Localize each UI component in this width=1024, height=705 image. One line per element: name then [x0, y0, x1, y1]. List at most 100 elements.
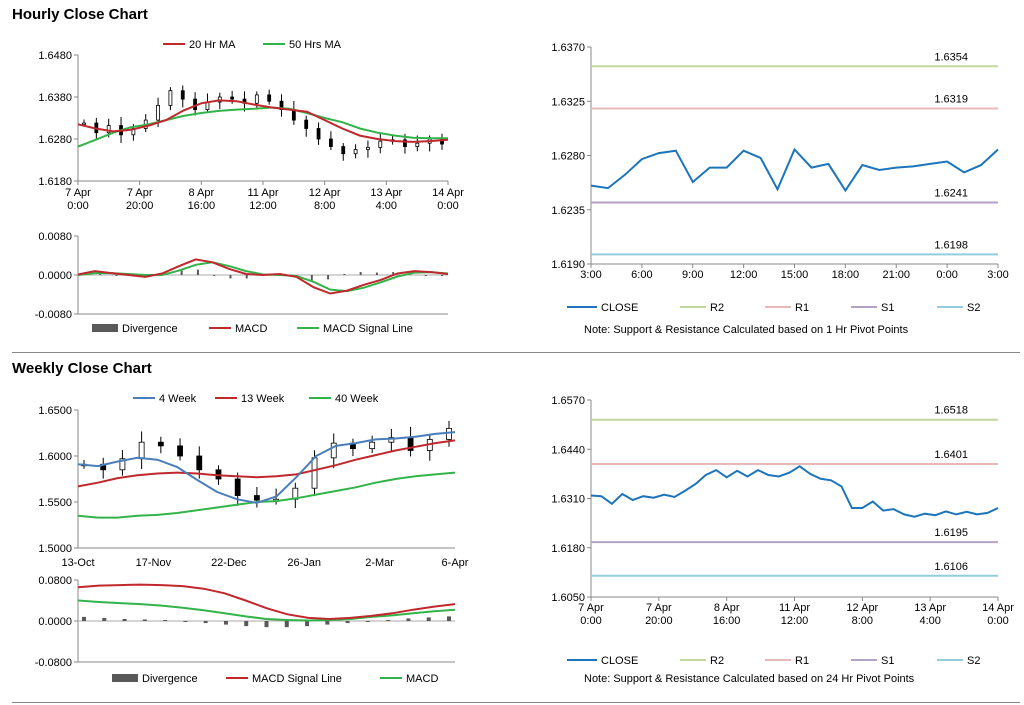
daily-pivot-r1-level-label: 1.6401 [934, 449, 968, 461]
hourly-pivot-y-tick-label: 1.6370 [551, 42, 585, 54]
hourly-pivot-legend-s2-label: S2 [967, 302, 980, 314]
hourly-pivot-x-tick-label: 9:00 [682, 269, 703, 281]
weekly-macd-divergence-bar [122, 618, 127, 621]
daily-pivot-note: Note: Support & Resistance Calculated ba… [584, 673, 915, 685]
hourly-price-x-tick-label: 16:00 [188, 200, 216, 212]
daily-pivot-close-line [590, 465, 999, 518]
weekly-macd-divergence-bar [82, 616, 86, 621]
hourly-pivot-r2-level-label: 1.6354 [934, 51, 968, 63]
weekly-macd-divergence-bar [203, 621, 208, 624]
hourly-price-candle-body [304, 119, 309, 129]
daily-pivot-x-tick-label: 20:00 [645, 615, 673, 627]
hourly-price-candle-body [267, 94, 272, 102]
hourly-macd-divergence-bar [180, 270, 183, 275]
hourly-price-y-tick-label: 1.6380 [38, 92, 72, 104]
hourly-macd-divergence-bar [310, 275, 313, 281]
hourly-price-candle-body [230, 96, 235, 100]
hourly-macd-line [77, 258, 449, 295]
weekly-price-candle-body [196, 455, 203, 471]
hourly-pivot-s2-level-label: 1.6198 [934, 239, 968, 251]
weekly-macd-divergence-bar [264, 621, 269, 628]
weekly-macd-legend-signal-label: MACD Signal Line [252, 673, 342, 685]
weekly-macd-line [77, 599, 456, 622]
daily-pivot-x-tick-label: 0:00 [987, 615, 1008, 627]
weekly-price-x-tick-label: 2-Mar [365, 557, 394, 569]
weekly-legend-13-week-label: 13 Week [241, 393, 285, 405]
weekly-price-y-tick-label: 1.6000 [38, 451, 72, 463]
hourly-pivot-close-line [590, 147, 999, 193]
weekly-price-candle-body [157, 441, 164, 447]
daily-pivot-x-tick-label: 8 Apr [714, 602, 740, 614]
hourly-macd-divergence-bar [213, 275, 216, 276]
hourly-macd-divergence-bar [424, 275, 427, 276]
hourly-price-x-tick-label: 0:00 [437, 200, 458, 212]
daily-pivot-x-tick-label: 11 Apr [779, 602, 810, 614]
hourly-macd-divergence-bar [196, 269, 199, 275]
hourly-macd-divergence-bar [441, 275, 443, 276]
weekly-price-x-tick-label: 6-Apr [442, 557, 469, 569]
weekly-price-candle-body [446, 427, 452, 440]
hourly-price-x-tick-label: 7 Apr [65, 187, 91, 199]
hourly-pivot-y-tick-label: 1.6235 [551, 205, 585, 217]
weekly-macd-y-tick-label: 0.0800 [38, 575, 72, 587]
hourly-price-x-tick-label: 7 Apr [127, 187, 153, 199]
daily-pivot-y-tick-label: 1.6440 [551, 444, 585, 456]
hourly-legend-50hr-ma-label: 50 Hrs MA [289, 39, 342, 51]
weekly-price-candle-body [311, 457, 318, 489]
weekly-macd-divergence-bar [426, 617, 431, 621]
daily-pivot-legend-close-label: CLOSE [601, 655, 638, 667]
weekly-price-x-tick-label: 17-Nov [136, 557, 172, 569]
hourly-pivot-s1-level-label: 1.6241 [934, 188, 968, 200]
weekly-macd-divergence-bar [447, 616, 451, 621]
hourly-macd-legend-signal-label: MACD Signal Line [323, 323, 413, 335]
weekly-macd-divergence-bar [183, 621, 188, 622]
daily-pivot-s2-level-label: 1.6106 [934, 561, 968, 573]
hourly-pivot-x-tick-label: 3:00 [987, 269, 1008, 281]
hourly-macd-legend-divergence-swatch [92, 324, 118, 332]
hourly-price-candle-body [180, 90, 185, 100]
weekly-macd-divergence-bar [244, 621, 249, 627]
hourly-macd-signal-line [77, 261, 449, 293]
daily-pivot-x-tick-label: 16:00 [713, 615, 741, 627]
hourly-pivot-x-tick-label: 18:00 [832, 269, 860, 281]
hourly-pivot-r1-level-label: 1.6319 [934, 93, 968, 105]
hourly-pivot-y-tick-label: 1.6325 [551, 96, 585, 108]
daily-pivot-y-tick-label: 1.6570 [551, 395, 585, 407]
hourly-price-candle-body [341, 146, 346, 155]
hourly-price-candle-body [378, 140, 383, 148]
hourly-macd-divergence-bar [327, 275, 330, 280]
hourly-pivot-x-tick-label: 21:00 [882, 269, 910, 281]
hourly-price-candle-body [328, 138, 333, 147]
daily-pivot-x-tick-label: 13 Apr [914, 602, 946, 614]
hourly-macd-y-tick-label: 0.0080 [38, 231, 72, 243]
weekly-price-candle-body [253, 495, 260, 501]
hourly-price-candle-body [254, 94, 259, 104]
hourly-price-candle-body [82, 122, 86, 125]
daily-pivot-x-tick-label: 7 Apr [578, 602, 604, 614]
hourly-price-candle-body [168, 90, 173, 106]
hourly-price-x-tick-label: 8:00 [314, 200, 335, 212]
weekly-macd-divergence-bar [406, 618, 411, 621]
hourly-pivot-y-tick-label: 1.6280 [551, 151, 585, 163]
hourly-price-candle-body [316, 128, 321, 140]
hourly-price-candle-body [366, 146, 370, 150]
weekly-macd-divergence-bar [305, 621, 310, 627]
hourly-macd-divergence-bar [343, 274, 346, 276]
hourly-macd-divergence-bar [359, 272, 362, 275]
hourly-pivot-legend-r2-label: R2 [710, 302, 724, 314]
hourly-price-x-tick-label: 11 Apr [248, 187, 279, 199]
hourly-macd-divergence-bar [229, 275, 232, 279]
hourly-price-candle-body [156, 105, 160, 121]
weekly-40-week-line [77, 471, 456, 519]
weekly-price-x-tick-label: 22-Dec [211, 557, 247, 569]
weekly-macd-divergence-bar [284, 621, 289, 628]
hourly-price-x-tick-label: 12:00 [249, 200, 277, 212]
hourly-pivot-x-tick-label: 6:00 [631, 269, 652, 281]
hourly-pivot-note: Note: Support & Resistance Calculated ba… [584, 324, 909, 336]
weekly-price-y-tick-label: 1.5500 [38, 497, 72, 509]
hourly-pivot-x-tick-label: 0:00 [936, 269, 957, 281]
daily-pivot-x-tick-label: 7 Apr [646, 602, 672, 614]
daily-pivot-s1-level-label: 1.6195 [934, 527, 968, 539]
daily-pivot-x-tick-label: 8:00 [852, 615, 873, 627]
hourly-price-y-tick-label: 1.6480 [38, 50, 72, 62]
